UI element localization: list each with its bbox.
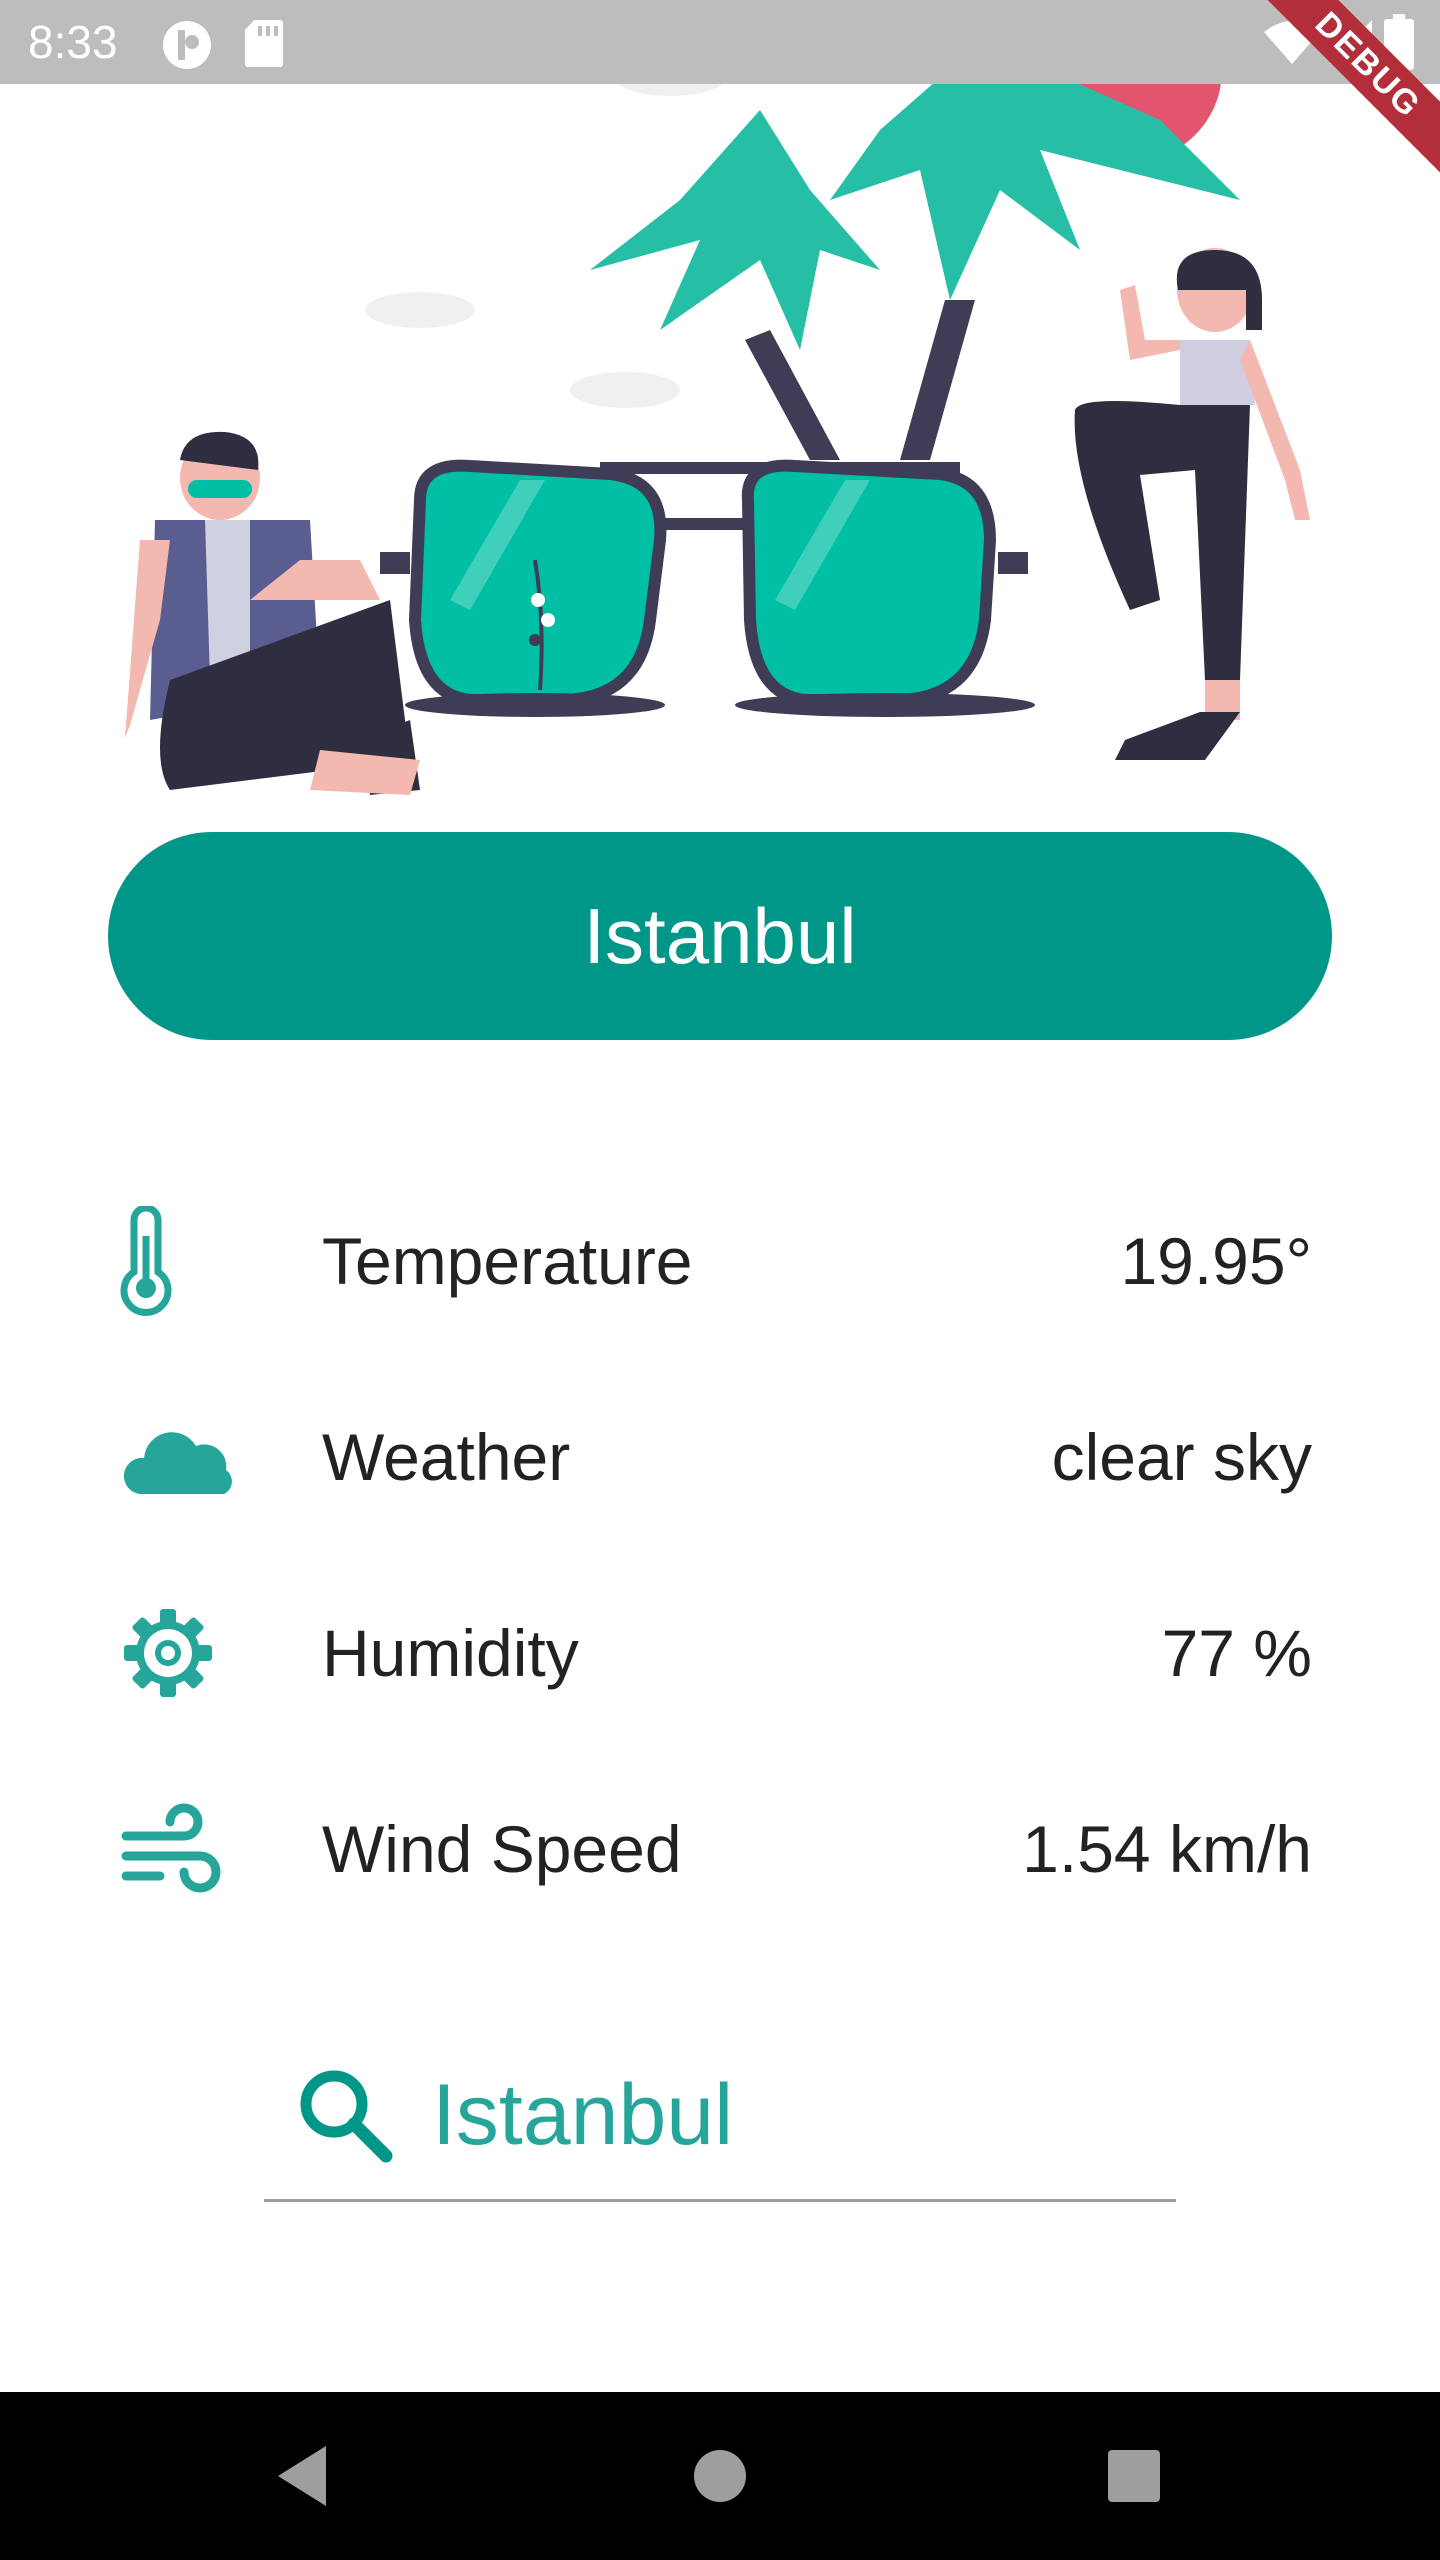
temperature-label: Temperature bbox=[322, 1224, 693, 1298]
city-button[interactable]: Istanbul bbox=[108, 832, 1332, 1040]
weather-label: Weather bbox=[322, 1420, 571, 1494]
temperature-value: 19.95° bbox=[1120, 1224, 1312, 1298]
wind-speed-value: 1.54 km/h bbox=[1022, 1812, 1312, 1886]
humidity-row: Humidity 77 % bbox=[0, 1588, 1440, 1718]
weather-value: clear sky bbox=[1051, 1420, 1312, 1494]
profile-icon bbox=[163, 21, 211, 69]
weather-row: Weather clear sky bbox=[0, 1392, 1440, 1522]
navigation-bar bbox=[0, 2392, 1440, 2560]
beach-illustration bbox=[125, 0, 1310, 795]
gear-icon bbox=[124, 1609, 212, 1697]
sd-card-icon bbox=[245, 20, 283, 67]
wind-speed-row: Wind Speed 1.54 km/h bbox=[0, 1784, 1440, 1914]
recents-icon[interactable] bbox=[1094, 2436, 1174, 2516]
home-icon[interactable] bbox=[680, 2436, 760, 2516]
search-icon[interactable] bbox=[294, 2064, 394, 2164]
temperature-row: Temperature 19.95° bbox=[0, 1196, 1440, 1326]
humidity-label: Humidity bbox=[322, 1616, 579, 1690]
status-time: 8:33 bbox=[28, 16, 118, 68]
search-input[interactable] bbox=[432, 2050, 1152, 2180]
wind-icon bbox=[121, 1803, 221, 1893]
wind-speed-label: Wind Speed bbox=[322, 1812, 682, 1886]
back-icon[interactable] bbox=[260, 2436, 340, 2516]
cloud-icon bbox=[123, 1432, 232, 1494]
humidity-value: 77 % bbox=[1161, 1616, 1312, 1690]
search-field[interactable] bbox=[264, 2030, 1176, 2202]
status-bar: 8:33 bbox=[0, 0, 1440, 84]
thermometer-icon bbox=[120, 1206, 172, 1316]
